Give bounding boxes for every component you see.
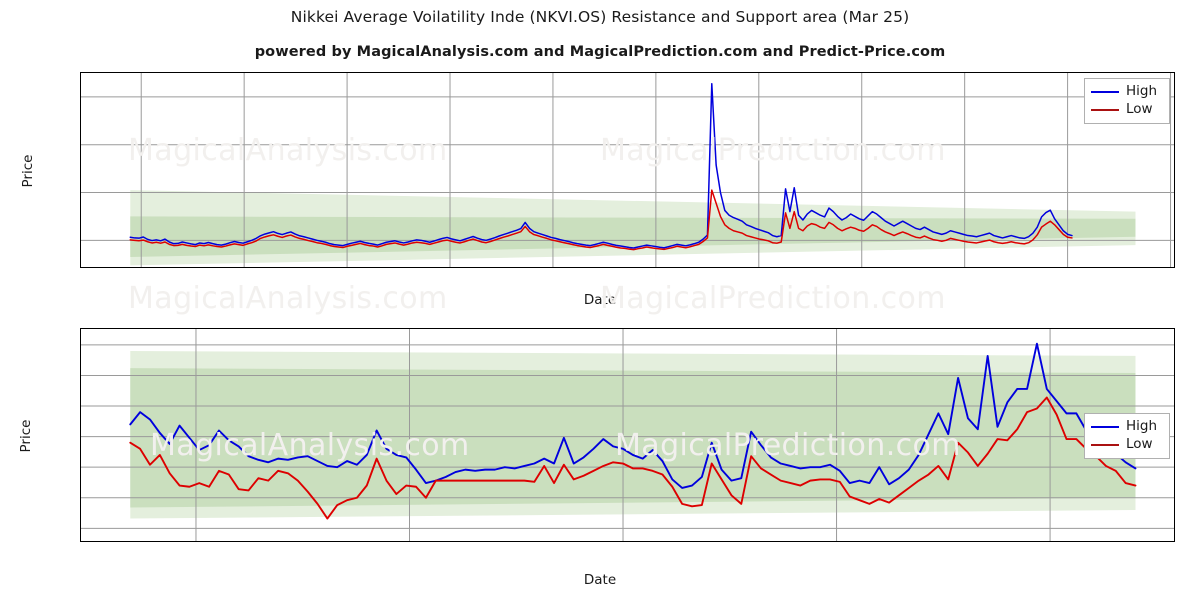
watermark-analysis-mid: MagicalAnalysis.com <box>128 281 448 316</box>
y-axis-tick-mark <box>80 240 81 241</box>
bottom-chart-y-axis-label: Price <box>18 419 34 453</box>
top-chart-plot-area: 204060802023-092023-112024-012024-032024… <box>80 72 1175 268</box>
y-axis-tick-mark <box>80 145 81 146</box>
bottom-chart-legend: High Low <box>1084 413 1170 459</box>
y-axis-tick-mark <box>80 193 81 194</box>
watermark-prediction-top: MagicalPrediction.com <box>600 133 946 168</box>
y-axis-tick-mark <box>80 498 81 499</box>
legend-label-low: Low <box>1126 436 1153 453</box>
top-chart-svg <box>81 73 1174 267</box>
legend-line-low <box>1091 109 1119 111</box>
y-axis-tick-mark <box>80 528 81 529</box>
legend-label-high: High <box>1126 83 1158 100</box>
legend-line-high <box>1091 91 1119 93</box>
y-axis-tick-mark <box>80 437 81 438</box>
legend-label-low: Low <box>1126 101 1153 118</box>
bottom-chart-x-axis-label: Date <box>583 572 617 588</box>
watermark-prediction-bottom: MagicalPrediction.com <box>615 428 961 463</box>
y-axis-tick-mark <box>80 375 81 376</box>
top-chart-y-axis-label: Price <box>20 154 36 188</box>
legend-row-high: High <box>1091 418 1162 436</box>
legend-line-low <box>1091 444 1119 446</box>
legend-label-high: High <box>1126 418 1158 435</box>
legend-row-low: Low <box>1091 436 1162 454</box>
watermark-analysis-top: MagicalAnalysis.com <box>128 133 448 168</box>
y-axis-tick-mark <box>80 467 81 468</box>
watermark-analysis-bottom: MagicalAnalysis.com <box>150 428 470 463</box>
legend-row-high: High <box>1091 83 1162 101</box>
legend-line-high <box>1091 426 1119 428</box>
legend-row-low: Low <box>1091 101 1162 119</box>
watermark-prediction-mid: MagicalPrediction.com <box>600 281 946 316</box>
y-axis-tick-mark <box>80 97 81 98</box>
top-chart-legend: High Low <box>1084 78 1170 124</box>
chart-page: Nikkei Average Voilatility Inde (NKVI.OS… <box>0 0 1200 600</box>
y-axis-tick-mark <box>80 406 81 407</box>
y-axis-tick-mark <box>80 345 81 346</box>
